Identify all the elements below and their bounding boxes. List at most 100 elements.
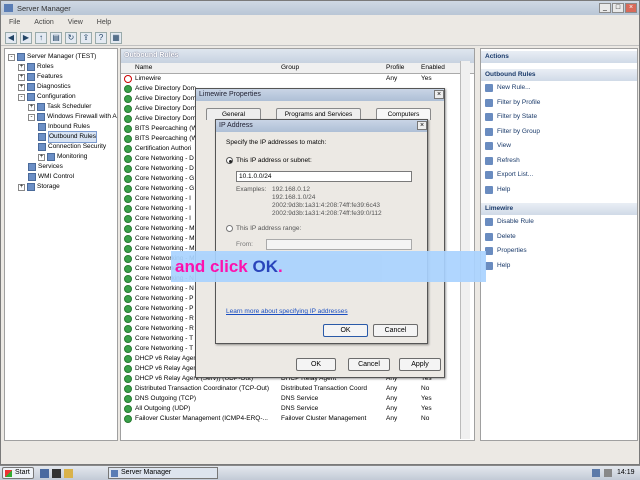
cell-name: Core Networking - T (135, 335, 194, 342)
rules-scrollbar[interactable] (460, 61, 470, 439)
tree-item[interactable]: - Configuration (18, 92, 76, 102)
minimize-button[interactable]: _ (599, 3, 611, 13)
quicklaunch-cmd-icon[interactable] (52, 469, 61, 478)
action-item[interactable]: Export List... (485, 170, 533, 180)
tree-item[interactable]: + Monitoring (38, 152, 87, 162)
tree-node-icon (28, 173, 36, 181)
action-item[interactable]: Filter by Group (485, 127, 540, 137)
back-icon[interactable]: ◀ (5, 31, 17, 44)
refresh-icon[interactable]: ↻ (65, 31, 77, 44)
table-row[interactable]: All Outgoing (UDP)DNS ServiceAnyYesA (121, 404, 474, 414)
action-item[interactable]: Delete (485, 232, 516, 242)
actions-section-header[interactable]: Limewire (481, 203, 637, 215)
quicklaunch-explorer-icon[interactable] (64, 469, 73, 478)
tree-item-label: Task Scheduler (47, 103, 92, 110)
tree-item[interactable]: + Features (18, 72, 63, 82)
action-item[interactable]: Disable Rule (485, 217, 534, 227)
tree-item[interactable]: + Roles (18, 62, 54, 72)
tree-item-label: Services (38, 163, 63, 170)
volume-tray-icon[interactable] (604, 469, 612, 477)
properties-cancel-button[interactable]: Cancel (348, 358, 390, 371)
menu-help[interactable]: Help (97, 19, 111, 26)
tree-item[interactable]: - Windows Firewall with A (28, 112, 117, 122)
action-item[interactable]: Filter by State (485, 112, 537, 122)
range-option[interactable]: This IP address range: (226, 225, 301, 232)
col-group[interactable]: Group (281, 64, 299, 71)
ip-ok-button[interactable]: OK (323, 324, 368, 337)
action-item[interactable]: Help (485, 185, 510, 195)
tree-item[interactable]: + Task Scheduler (28, 102, 91, 112)
ip-dialog-close-icon[interactable]: × (417, 121, 427, 130)
instruction-part-2: OK (252, 257, 278, 276)
start-button[interactable]: Start (2, 467, 34, 479)
action-item[interactable]: Help (485, 261, 510, 271)
examples-label: Examples: (236, 186, 267, 193)
action-item[interactable]: Filter by Profile (485, 98, 540, 108)
close-button[interactable]: × (625, 3, 637, 13)
menu-action[interactable]: Action (34, 19, 53, 26)
tree-expander-icon[interactable]: - (28, 113, 35, 121)
properties-apply-button[interactable]: Apply (399, 358, 441, 371)
col-profile[interactable]: Profile (386, 64, 404, 71)
table-row[interactable]: DNS Outgoing (TCP)DNS ServiceAnyYesA (121, 394, 474, 404)
col-name[interactable]: Name (135, 64, 152, 71)
action-item[interactable]: View (485, 141, 511, 151)
tree-item[interactable]: + Storage (18, 182, 60, 192)
tree-item[interactable]: Outbound Rules (38, 131, 97, 143)
tree-expander-icon[interactable]: - (8, 53, 15, 61)
show-action-pane-icon[interactable]: ▦ (110, 31, 122, 44)
tree-expander-icon[interactable]: + (18, 183, 25, 191)
action-label: Filter by Profile (497, 98, 541, 106)
taskbar-server-manager[interactable]: Server Manager (108, 467, 218, 479)
properties-ok-button[interactable]: OK (296, 358, 336, 371)
tree-expander-icon[interactable]: + (18, 83, 25, 91)
up-icon[interactable]: ↑ (35, 31, 47, 44)
tree-item[interactable]: Services (28, 162, 63, 172)
menu-file[interactable]: File (9, 19, 20, 26)
quicklaunch-server-icon[interactable] (40, 469, 49, 478)
export-icon[interactable]: ⇪ (80, 31, 92, 44)
subnet-option[interactable]: This IP address or subnet: (226, 157, 312, 164)
tree-item[interactable]: + Diagnostics (18, 82, 71, 92)
table-row[interactable] (121, 424, 474, 434)
action-icon (485, 171, 493, 179)
cell-name: All Outgoing (UDP) (135, 405, 191, 412)
action-icon (485, 218, 493, 226)
tree-expander-icon[interactable]: + (38, 153, 45, 161)
properties-close-icon[interactable]: × (434, 90, 444, 99)
action-item[interactable]: Properties (485, 246, 527, 256)
actions-section-header[interactable]: Outbound Rules (481, 69, 637, 81)
table-row[interactable]: Failover Cluster Management (ICMP4-ERQ-.… (121, 414, 474, 424)
maximize-button[interactable]: □ (612, 3, 624, 13)
help-icon[interactable]: ? (95, 31, 107, 44)
title-bar[interactable]: Server Manager _ □ × (1, 1, 639, 15)
table-row[interactable]: Distributed Transaction Coordinator (TCP… (121, 384, 474, 394)
range-radio[interactable] (226, 225, 233, 232)
action-item[interactable]: Refresh (485, 156, 520, 166)
example-1: 192.168.0.12 (272, 186, 310, 193)
network-tray-icon[interactable] (592, 469, 600, 477)
subnet-radio[interactable] (226, 157, 233, 164)
tree-item[interactable]: Connection Security (38, 142, 106, 152)
tree-expander-icon[interactable]: + (28, 103, 35, 111)
subnet-input[interactable]: 10.1.0.0/24 (236, 171, 412, 182)
actions-section-header[interactable]: Actions (481, 51, 637, 63)
tree-expander-icon[interactable]: - (18, 93, 25, 101)
tree-expander-icon[interactable]: + (18, 73, 25, 81)
forward-icon[interactable]: ▶ (20, 31, 32, 44)
ip-cancel-button[interactable]: Cancel (373, 324, 418, 337)
tree-item-label: Storage (37, 183, 60, 190)
menu-view[interactable]: View (68, 19, 83, 26)
col-enabled[interactable]: Enabled (421, 64, 445, 71)
tree-item[interactable]: WMI Control (28, 172, 74, 182)
range-from-input[interactable] (266, 239, 412, 250)
tree-item[interactable]: - Server Manager (TEST) (8, 52, 96, 62)
tree-expander-icon[interactable]: + (18, 63, 25, 71)
column-header-row: Name Group Profile Enabled Ac (121, 63, 474, 74)
learn-more-link[interactable]: Learn more about specifying IP addresses (226, 308, 348, 315)
table-row[interactable]: Limewire Any Yes (121, 74, 474, 84)
show-tree-icon[interactable]: ▤ (50, 31, 62, 44)
tree-node-icon (38, 123, 46, 131)
tree-node-icon (38, 133, 46, 141)
action-item[interactable]: New Rule... (485, 83, 531, 93)
